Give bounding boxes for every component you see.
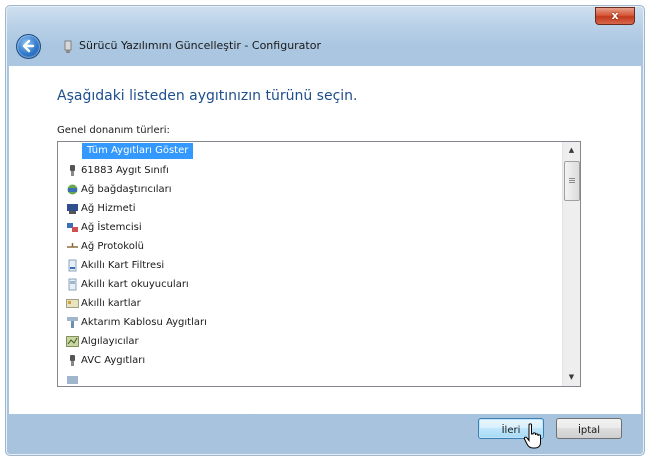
list-item-label: AVC Aygıtları xyxy=(81,355,146,366)
network-protocol-icon xyxy=(67,243,78,248)
transfer-cable-icon xyxy=(67,317,78,328)
smart-card-icon xyxy=(66,299,79,308)
device-icon xyxy=(67,376,78,384)
grip-line xyxy=(569,182,575,183)
network-adapter-icon xyxy=(67,184,78,195)
list-item-label: Aktarım Kablosu Aygıtları xyxy=(81,317,207,328)
close-button[interactable]: x xyxy=(595,7,635,25)
list-item-label: Tüm Aygıtları Göster xyxy=(82,143,194,159)
plug-icon xyxy=(70,165,75,176)
list-item-network-protocol[interactable]: Ağ Protokolü xyxy=(62,238,542,256)
list-item-avc-devices[interactable]: AVC Aygıtları xyxy=(62,352,542,370)
device-type-list[interactable]: Tüm Aygıtları Göster 61883 Aygıt Sınıfı … xyxy=(57,141,581,387)
list-item-network-adapters[interactable]: Ağ bağdaştırıcıları xyxy=(62,181,542,199)
list-item-label: Ağ İstemcisi xyxy=(81,222,142,233)
close-icon: x xyxy=(611,9,619,22)
network-service-icon xyxy=(67,204,78,214)
title-bar: x Sürücü Yazılımını Güncelleştir - Confi… xyxy=(6,6,644,66)
plug-icon xyxy=(70,355,75,366)
list-item-label: Ağ bağdaştırıcıları xyxy=(81,184,172,195)
list-item-label: Algılayıcılar xyxy=(81,336,139,347)
page-heading: Aşağıdaki listeden aygıtınızın türünü se… xyxy=(57,88,358,104)
list-item-partial[interactable] xyxy=(62,371,542,386)
list-item-label: Akıllı kartlar xyxy=(81,298,141,309)
list-item-all-devices[interactable]: Tüm Aygıtları Göster xyxy=(62,143,542,161)
window-title: Sürücü Yazılımını Güncelleştir - Configu… xyxy=(79,39,321,52)
vertical-scrollbar[interactable]: ▲ ▼ xyxy=(562,142,580,386)
list-item-transfer-cable-devices[interactable]: Aktarım Kablosu Aygıtları xyxy=(62,314,542,332)
device-type-list-label: Genel donanım türleri: xyxy=(57,125,170,136)
list-item-sensors[interactable]: Algılayıcılar xyxy=(62,333,542,351)
wizard-content: Aşağıdaki listeden aygıtınızın türünü se… xyxy=(9,66,641,414)
back-button[interactable] xyxy=(16,34,41,59)
list-item-label: Ağ Protokolü xyxy=(81,241,144,252)
back-arrow-icon xyxy=(22,39,35,53)
smart-card-filter-icon xyxy=(68,259,77,272)
device-type-list-items: Tüm Aygıtları Göster 61883 Aygıt Sınıfı … xyxy=(58,142,561,386)
smart-card-reader-icon xyxy=(68,278,77,291)
network-client-icon xyxy=(67,223,78,232)
list-item-smart-cards[interactable]: Akıllı kartlar xyxy=(62,295,542,313)
list-item-smart-card-filter[interactable]: Akıllı Kart Filtresi xyxy=(62,257,542,275)
scrollbar-thumb[interactable] xyxy=(564,161,580,201)
list-item-smart-card-readers[interactable]: Akıllı kart okuyucuları xyxy=(62,276,542,294)
dialog-window: x Sürücü Yazılımını Güncelleştir - Confi… xyxy=(5,5,645,456)
list-item-label: Akıllı Kart Filtresi xyxy=(81,260,165,271)
list-item-label: Ağ Hizmeti xyxy=(81,203,136,214)
grip-line xyxy=(569,180,575,181)
list-item-label: Akıllı kart okuyucuları xyxy=(81,279,189,290)
list-item-network-service[interactable]: Ağ Hizmeti xyxy=(62,200,542,218)
cancel-button[interactable]: İptal xyxy=(556,418,622,439)
scroll-down-arrow-icon[interactable]: ▼ xyxy=(563,369,580,386)
grip-line xyxy=(569,178,575,179)
sensor-icon xyxy=(66,336,79,347)
mouse-cursor-icon xyxy=(523,423,541,449)
list-item-61883[interactable]: 61883 Aygıt Sınıfı xyxy=(62,162,542,180)
list-item-label: 61883 Aygıt Sınıfı xyxy=(81,165,169,176)
hardware-wizard-icon xyxy=(64,40,72,53)
scroll-up-arrow-icon[interactable]: ▲ xyxy=(563,142,580,159)
list-item-network-client[interactable]: Ağ İstemcisi xyxy=(62,219,542,237)
